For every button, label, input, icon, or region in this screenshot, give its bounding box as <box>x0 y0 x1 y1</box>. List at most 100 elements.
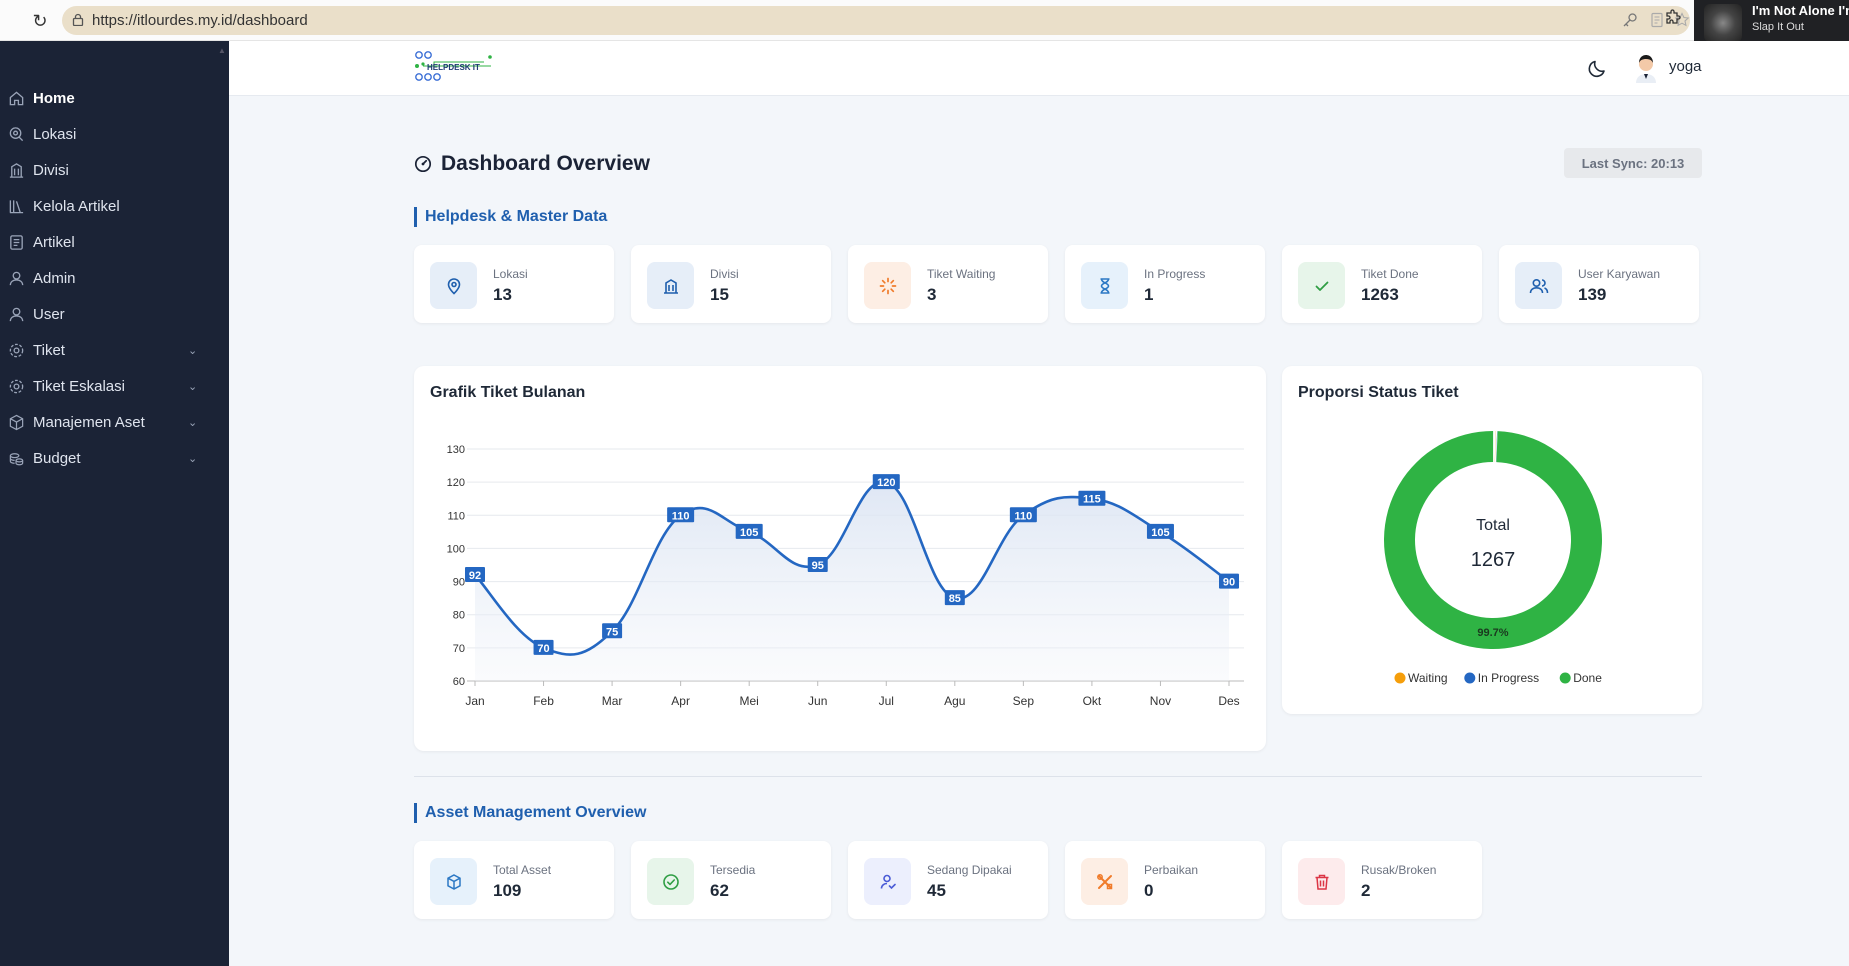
top-header: HELPDESK IT yoga <box>229 41 1849 96</box>
legend-swatch <box>1464 672 1476 684</box>
section-divider <box>414 776 1702 777</box>
sidebar-item-label: Admin <box>33 269 76 287</box>
reload-icon[interactable]: ↻ <box>30 11 50 31</box>
data-label: 120 <box>877 477 895 489</box>
article-icon <box>7 233 25 251</box>
legend-label: In Progress <box>1478 671 1539 685</box>
stat-value: 15 <box>710 285 729 304</box>
sidebar-item-home[interactable]: Home <box>0 80 229 116</box>
sidebar-item-label: Manajemen Aset <box>33 413 145 431</box>
y-tick-label: 100 <box>447 543 465 555</box>
stat-card-sedang-dipakai[interactable]: Sedang Dipakai 45 <box>848 841 1048 919</box>
stat-value: 62 <box>710 881 729 900</box>
helpdesk-logo[interactable]: HELPDESK IT <box>414 51 496 83</box>
page-title: Dashboard Overview <box>441 152 650 175</box>
stat-card-tiket-waiting[interactable]: Tiket Waiting 3 <box>848 245 1048 323</box>
legend-swatch <box>1559 672 1571 684</box>
loader-icon <box>864 262 911 309</box>
chevron-down-icon: ⌄ <box>188 344 198 357</box>
url-prefix: https:// <box>92 12 138 29</box>
x-tick-label: Jan <box>465 694 484 708</box>
x-tick-label: Sep <box>1013 694 1035 708</box>
monthly-tickets-panel: Grafik Tiket Bulanan 60 70 80 90 100 110 120 13… <box>414 366 1266 751</box>
donut-center-label: Total <box>1476 517 1510 534</box>
scroll-up-icon[interactable]: ▲ <box>218 46 226 55</box>
sidebar-item-user[interactable]: User <box>0 296 229 332</box>
sidebar-item-divisi[interactable]: Divisi <box>0 152 229 188</box>
hourglass-icon <box>1081 262 1128 309</box>
sidebar-item-kelola-artikel[interactable]: Kelola Artikel <box>0 188 229 224</box>
stat-card-rusak-broken[interactable]: Rusak/Broken 2 <box>1282 841 1482 919</box>
stat-value: 139 <box>1578 285 1607 304</box>
stat-value: 109 <box>493 881 522 900</box>
section-heading-assets: Asset Management Overview <box>414 803 646 823</box>
location-icon <box>7 125 25 143</box>
media-title: I'm Not Alone I'm <box>1752 3 1849 18</box>
media-subtitle: Slap It Out <box>1752 21 1804 33</box>
gear-icon <box>7 341 25 359</box>
legend-swatch <box>1394 672 1406 684</box>
avatar[interactable] <box>1632 51 1660 83</box>
last-sync-badge: Last Sync: 20:13 <box>1564 148 1702 178</box>
username[interactable]: yoga <box>1669 58 1702 75</box>
building-icon <box>7 161 25 179</box>
sidebar-item-budget[interactable]: Budget ⌄ <box>0 440 229 476</box>
stat-label: Sedang Dipakai <box>927 863 1012 877</box>
stat-label: User Karyawan <box>1578 267 1661 281</box>
sidebar-item-label: Lokasi <box>33 125 77 143</box>
x-tick-label: Apr <box>671 694 690 708</box>
stat-card-user-karyawan[interactable]: User Karyawan 139 <box>1499 245 1699 323</box>
page-title-row: Dashboard Overview <box>414 150 650 178</box>
dark-mode-toggle[interactable] <box>1587 57 1609 79</box>
cube-icon <box>430 858 477 905</box>
stat-card-total-asset[interactable]: Total Asset 109 <box>414 841 614 919</box>
sidebar-item-tiket[interactable]: Tiket ⌄ <box>0 332 229 368</box>
url-text: https://itlourdes.my.id/dashboard <box>92 12 308 29</box>
ticket-status-panel: Proporsi Status Tiket Total 1267 99.7% Wait… <box>1282 366 1702 714</box>
sidebar-item-manajemen-aset[interactable]: Manajemen Aset ⌄ <box>0 404 229 440</box>
y-tick-label: 70 <box>453 643 465 655</box>
sidebar-item-label: Artikel <box>33 233 75 251</box>
users-icon <box>1515 262 1562 309</box>
sidebar-item-admin[interactable]: Admin <box>0 260 229 296</box>
sidebar-item-lokasi[interactable]: Lokasi <box>0 116 229 152</box>
chevron-down-icon: ⌄ <box>188 452 198 465</box>
stat-card-lokasi[interactable]: Lokasi 13 <box>414 245 614 323</box>
sidebar-item-tiket-eskalasi[interactable]: Tiket Eskalasi ⌄ <box>0 368 229 404</box>
sidebar-item-artikel[interactable]: Artikel <box>0 224 229 260</box>
data-label: 90 <box>1223 577 1235 589</box>
y-tick-label: 130 <box>447 444 465 456</box>
gauge-icon <box>414 155 432 173</box>
extensions-icon[interactable] <box>1664 9 1682 32</box>
key-icon[interactable] <box>1622 12 1638 32</box>
url-host: itlourdes.my.id <box>137 12 233 29</box>
data-label: 95 <box>812 560 824 572</box>
donut-chart: Total 1267 99.7% Waiting In Progress Done <box>1384 431 1602 685</box>
stat-value: 13 <box>493 285 512 304</box>
address-bar[interactable]: https://itlourdes.my.id/dashboard <box>62 6 1690 35</box>
stat-card-tiket-done[interactable]: Tiket Done 1263 <box>1282 245 1482 323</box>
stat-value: 0 <box>1144 881 1154 900</box>
gear-icon <box>7 377 25 395</box>
x-tick-label: Feb <box>533 694 554 708</box>
y-tick-label: 60 <box>453 676 465 688</box>
data-label: 115 <box>1083 494 1101 506</box>
location-pin-icon <box>430 262 477 309</box>
data-label: 105 <box>1151 527 1169 539</box>
sidebar-item-label: Divisi <box>33 161 69 179</box>
stat-value: 3 <box>927 285 937 304</box>
stat-card-in-progress[interactable]: In Progress 1 <box>1065 245 1265 323</box>
reader-icon[interactable] <box>1650 12 1664 32</box>
media-notification[interactable]: I'm Not Alone I'm Slap It Out <box>1694 0 1849 47</box>
stat-card-perbaikan[interactable]: Perbaikan 0 <box>1065 841 1265 919</box>
library-icon <box>7 197 25 215</box>
data-label: 110 <box>672 510 690 522</box>
data-label: 70 <box>537 643 549 655</box>
stat-card-tersedia[interactable]: Tersedia 62 <box>631 841 831 919</box>
stat-card-divisi[interactable]: Divisi 15 <box>631 245 831 323</box>
check-icon <box>1298 262 1345 309</box>
donut-slice <box>1384 431 1602 649</box>
y-tick-label: 110 <box>447 510 465 522</box>
stat-label: Perbaikan <box>1144 863 1199 877</box>
stat-label: Tersedia <box>710 863 756 877</box>
